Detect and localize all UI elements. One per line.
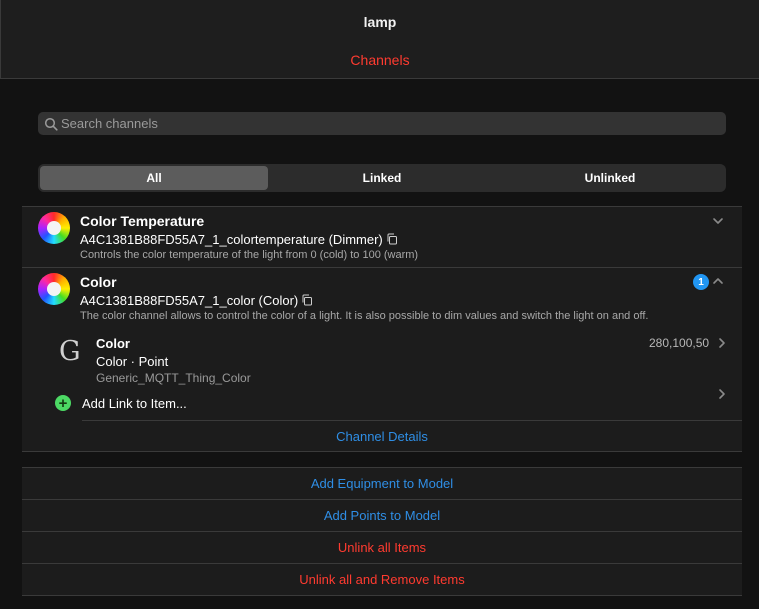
item-id: Generic_MQTT_Thing_Color [96,371,251,385]
link-count-badge: 1 [693,274,709,290]
filter-tab-unlinked[interactable]: Unlinked [496,166,724,190]
page-header: lamp Channels [0,0,759,79]
item-name: Color [96,336,130,351]
actions-list: Add Equipment to Model Add Points to Mod… [22,467,742,596]
item-state: 280,100,50 [649,336,710,350]
chevron-right-icon[interactable] [716,337,728,349]
divider [82,420,742,421]
channel-uid: A4C1381B88FD55A7_1_colortemperature (Dim… [80,232,398,247]
channel-title: Color Temperature [80,213,205,229]
filter-tab-linked[interactable]: Linked [268,166,496,190]
add-circle-icon: + [55,395,71,411]
chevron-right-icon[interactable] [716,388,728,400]
filter-tab-all[interactable]: All [40,166,268,190]
chevron-up-icon[interactable] [712,275,724,287]
add-points-button[interactable]: Add Points to Model [22,500,742,532]
add-link-label: Add Link to Item... [82,396,187,411]
channel-description: Controls the color temperature of the li… [80,249,419,261]
item-type: Color · Point [96,354,169,369]
search-icon [44,117,58,131]
page-subtitle: Channels [350,52,410,68]
page-title: lamp [363,14,397,30]
search-input[interactable] [61,112,711,135]
unlink-all-button[interactable]: Unlink all Items [22,532,742,564]
channel-list: Color Temperature A4C1381B88FD55A7_1_col… [22,206,742,452]
copy-icon[interactable] [386,233,398,245]
unlink-remove-button[interactable]: Unlink all and Remove Items [22,564,742,596]
channel-details-link[interactable]: Channel Details [22,429,742,444]
color-wheel-icon [38,273,70,305]
channel-uid: A4C1381B88FD55A7_1_color (Color) [80,293,313,308]
channel-uid-text: A4C1381B88FD55A7_1_colortemperature (Dim… [80,232,383,247]
channel-title: Color [80,274,117,290]
add-equipment-button[interactable]: Add Equipment to Model [22,468,742,500]
divider [22,267,742,268]
color-wheel-icon [38,212,70,244]
search-bar[interactable] [38,112,726,135]
chevron-down-icon[interactable] [712,215,724,227]
group-item-icon: G [59,336,81,367]
channel-description: The color channel allows to control the … [80,310,649,322]
channel-uid-text: A4C1381B88FD55A7_1_color (Color) [80,293,299,308]
copy-icon[interactable] [301,294,313,306]
link-filter-segmented: All Linked Unlinked [38,164,726,192]
